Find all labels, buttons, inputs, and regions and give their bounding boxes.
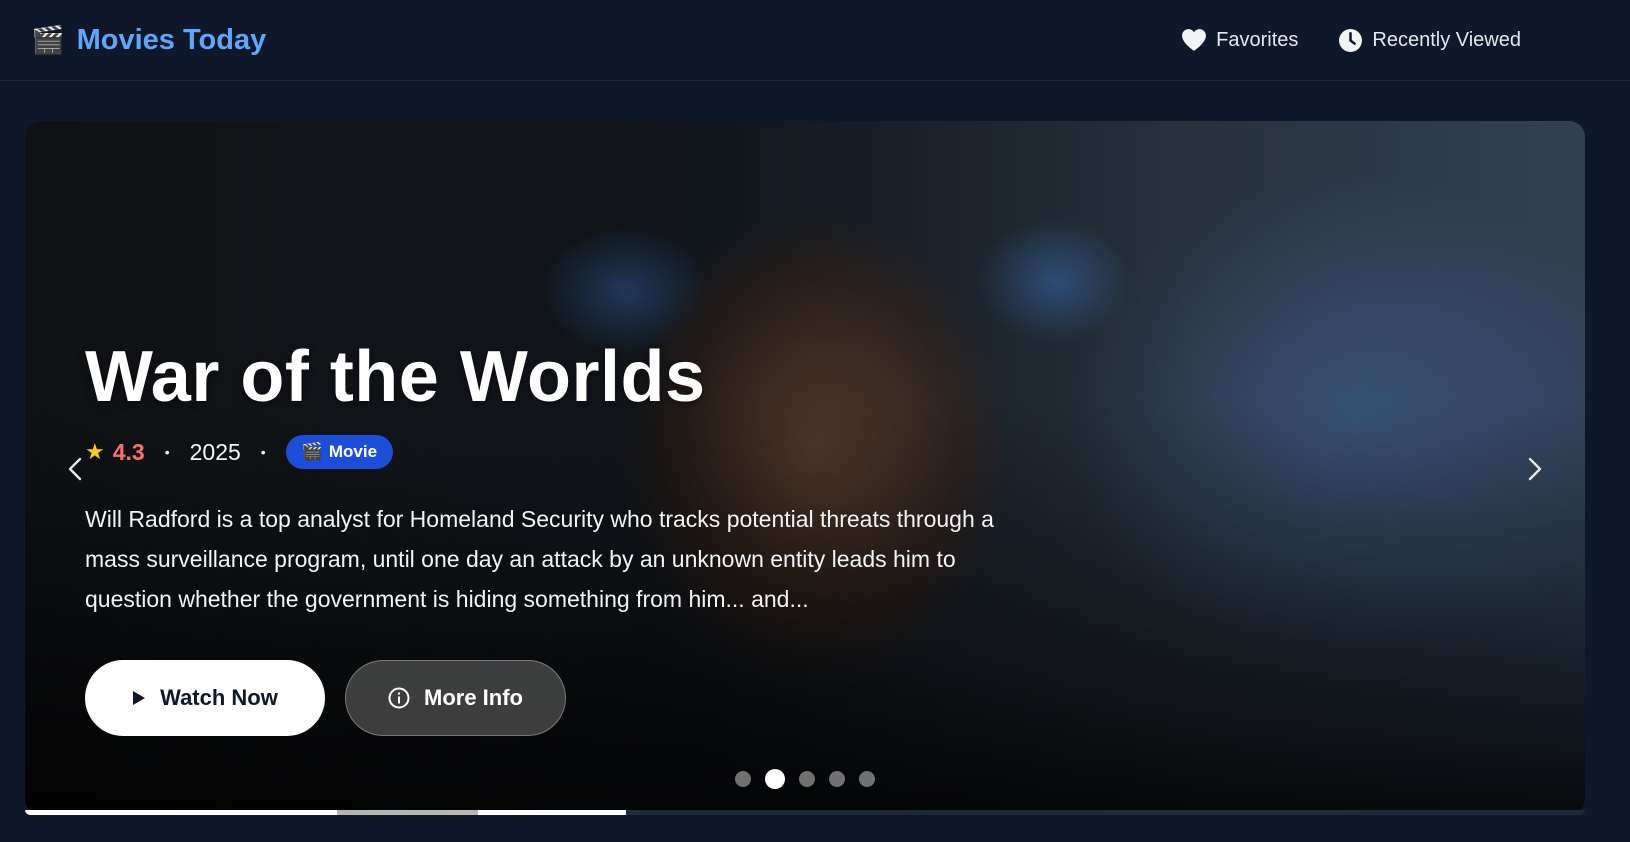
more-info-label: More Info (424, 685, 523, 710)
nav-recently-viewed-label: Recently Viewed (1372, 28, 1521, 51)
carousel-dot-2[interactable] (765, 769, 785, 789)
slide-progress-buffer (337, 810, 478, 815)
meta-separator: • (164, 444, 170, 460)
clapperboard-icon: 🎬 (31, 24, 65, 55)
nav-favorites-label: Favorites (1216, 28, 1299, 51)
media-type-badge: 🎬 Movie (285, 435, 394, 469)
more-info-button[interactable]: More Info (345, 660, 566, 736)
carousel-indicators (735, 769, 875, 789)
info-icon (388, 687, 410, 709)
movie-year: 2025 (189, 438, 241, 465)
meta-separator: • (260, 444, 266, 460)
chevron-right-icon (1528, 457, 1542, 481)
carousel-dot-3[interactable] (799, 771, 815, 787)
hero-content: War of the Worlds ★ 4.3 • 2025 • 🎬 Movie… (85, 341, 1085, 736)
heart-icon (1182, 29, 1207, 51)
slide-progress-bar (25, 810, 1585, 815)
carousel-dot-1[interactable] (735, 771, 751, 787)
movie-meta: ★ 4.3 • 2025 • 🎬 Movie (85, 435, 1085, 469)
movie-title: War of the Worlds (85, 337, 706, 417)
watch-now-label: Watch Now (160, 685, 278, 710)
media-type-label: Movie (328, 442, 378, 461)
clock-icon (1339, 28, 1363, 52)
movie-rating: 4.3 (112, 438, 145, 465)
nav-links: Favorites Recently Viewed (1181, 28, 1521, 53)
top-navbar: 🎬 Movies Today Favorites Recently Viewed (0, 0, 1630, 81)
play-icon (133, 691, 146, 705)
clapperboard-icon: 🎬 (301, 442, 323, 461)
carousel-dot-4[interactable] (829, 771, 845, 787)
chevron-left-icon (68, 457, 82, 481)
brand-title: Movies Today (76, 23, 267, 56)
carousel-dot-5[interactable] (859, 771, 875, 787)
slide-progress-fill (25, 810, 626, 815)
hero-carousel: War of the Worlds ★ 4.3 • 2025 • 🎬 Movie… (25, 121, 1585, 815)
watch-now-button[interactable]: Watch Now (85, 660, 325, 736)
brand-logo[interactable]: 🎬 Movies Today (31, 24, 266, 57)
movie-overview: Will Radford is a top analyst for Homela… (85, 506, 994, 612)
hero-actions: Watch Now More Info (85, 660, 1085, 736)
carousel-next-button[interactable] (1515, 449, 1555, 489)
nav-favorites-link[interactable]: Favorites (1181, 28, 1298, 52)
nav-recently-viewed-link[interactable]: Recently Viewed (1338, 28, 1521, 53)
carousel-prev-button[interactable] (55, 449, 95, 489)
